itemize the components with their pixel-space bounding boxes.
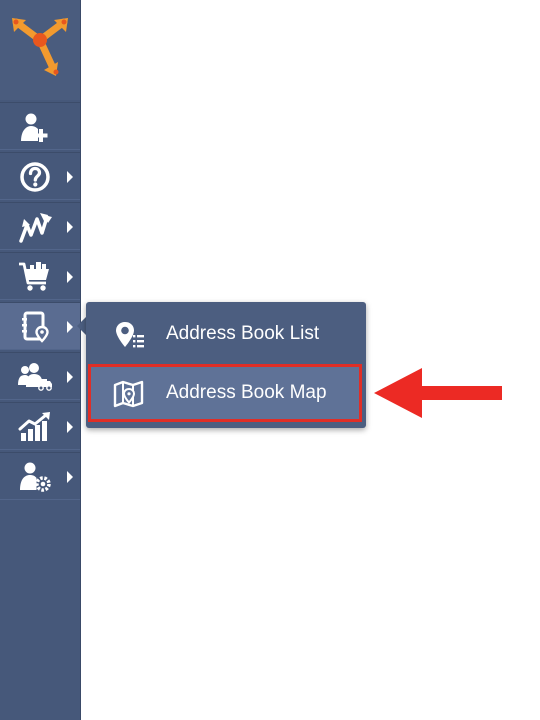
callout-arrow-icon (374, 368, 502, 418)
user-settings-icon (20, 462, 51, 492)
sidebar-item-add-user[interactable] (0, 102, 80, 150)
menu-item-address-book-map[interactable]: Address Book Map (88, 364, 362, 422)
sidebar-item-help[interactable] (0, 152, 80, 200)
sidebar-item-address-book[interactable] (0, 302, 80, 350)
sidebar-item-orders[interactable] (0, 252, 80, 300)
submenu-caret-icon (67, 371, 73, 383)
submenu-caret-icon (67, 321, 73, 333)
submenu-caret-icon (67, 171, 73, 183)
submenu-caret-icon (67, 271, 73, 283)
menu-item-address-book-list[interactable]: Address Book List (86, 306, 366, 362)
analytics-icon (18, 412, 50, 441)
menu-item-label: Address Book List (166, 323, 320, 344)
routes-icon (19, 213, 52, 243)
address-map-icon (113, 380, 144, 408)
submenu-caret-icon (67, 471, 73, 483)
sidebar (0, 0, 81, 720)
orders-cart-icon (19, 262, 49, 291)
sidebar-item-team[interactable] (0, 352, 80, 400)
sidebar-item-analytics[interactable] (0, 402, 80, 450)
sidebar-item-user-settings[interactable] (0, 452, 80, 500)
help-icon (20, 162, 50, 192)
submenu-caret-icon (67, 421, 73, 433)
address-book-submenu: Address Book List Address Book Map (86, 302, 366, 428)
add-user-icon (21, 113, 48, 142)
app-logo[interactable] (0, 0, 80, 100)
address-list-icon (116, 322, 144, 348)
logo-icon (12, 18, 68, 76)
submenu-caret-icon (67, 221, 73, 233)
address-book-icon (22, 311, 49, 343)
sidebar-item-routes[interactable] (0, 202, 80, 250)
team-vehicles-icon (18, 363, 52, 391)
menu-item-label: Address Book Map (166, 382, 327, 403)
